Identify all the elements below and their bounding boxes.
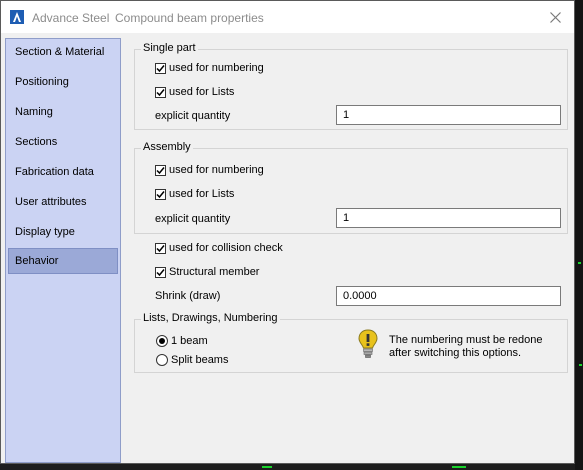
checkbox-label: used for Lists <box>169 86 235 98</box>
info-text-line: The numbering must be redone <box>389 334 543 346</box>
checkbox-box <box>155 188 166 200</box>
assembly-legend: Assembly <box>141 141 193 153</box>
single-part-quantity-label: explicit quantity <box>155 110 231 122</box>
radio-indicator <box>156 335 168 347</box>
checkbox-label: used for numbering <box>169 164 264 176</box>
assembly-lists-checkbox[interactable]: used for Lists <box>155 188 234 200</box>
single-part-lists-checkbox[interactable]: used for Lists <box>155 86 234 98</box>
cad-marker <box>262 466 272 468</box>
app-logo-icon <box>10 10 24 24</box>
sidebar-item-fabrication-data[interactable]: Fabrication data <box>8 159 118 185</box>
checkbox-label: used for collision check <box>169 242 283 254</box>
dialog-title: Compound beam properties <box>115 11 264 25</box>
info-text-line: after switching this options. <box>389 347 522 359</box>
lists-group-legend: Lists, Drawings, Numbering <box>141 312 280 324</box>
checkbox-check-icon <box>156 190 165 198</box>
checkbox-check-icon <box>156 88 165 96</box>
checkbox-check-icon <box>156 268 165 276</box>
single-part-numbering-checkbox[interactable]: used for numbering <box>155 62 264 74</box>
radio-label: Split beams <box>171 354 229 366</box>
sidebar-item-sections[interactable]: Sections <box>8 129 118 155</box>
shrink-label: Shrink (draw) <box>155 290 221 302</box>
single-part-legend: Single part <box>141 42 198 54</box>
checkbox-box <box>155 86 166 98</box>
close-icon <box>549 11 561 23</box>
shrink-input[interactable] <box>336 286 561 306</box>
assembly-quantity-label: explicit quantity <box>155 213 231 225</box>
checkbox-check-icon <box>156 64 165 72</box>
checkbox-label: Structural member <box>169 266 260 278</box>
numbering-info-text: The numbering must be redone after switc… <box>389 334 542 360</box>
compound-beam-dialog: Advance Steel Compound beam properties S… <box>0 0 575 464</box>
collision-check-checkbox[interactable]: used for collision check <box>155 242 283 254</box>
sidebar-item-naming[interactable]: Naming <box>8 99 118 125</box>
radio-indicator <box>156 354 168 366</box>
property-sidebar: Section & Material Positioning Naming Se… <box>5 38 121 463</box>
checkbox-box <box>155 62 166 74</box>
sidebar-item-behavior[interactable]: Behavior <box>8 248 118 274</box>
sidebar-item-user-attributes[interactable]: User attributes <box>8 189 118 215</box>
cad-background-strip <box>575 0 583 470</box>
sidebar-item-positioning[interactable]: Positioning <box>8 69 118 95</box>
checkbox-box <box>155 266 166 278</box>
structural-member-checkbox[interactable]: Structural member <box>155 266 259 278</box>
cad-marker <box>578 262 581 264</box>
assembly-numbering-checkbox[interactable]: used for numbering <box>155 164 264 176</box>
app-name: Advance Steel <box>32 11 110 25</box>
radio-label: 1 beam <box>171 335 208 347</box>
sidebar-item-display-type[interactable]: Display type <box>8 219 118 245</box>
cad-marker <box>452 466 466 468</box>
checkbox-label: used for numbering <box>169 62 264 74</box>
single-part-quantity-input[interactable] <box>336 105 561 125</box>
cad-marker <box>579 364 582 366</box>
sidebar-item-section-material[interactable]: Section & Material <box>8 39 118 65</box>
checkbox-check-icon <box>156 166 165 174</box>
close-button[interactable] <box>536 1 574 33</box>
title-bar: Advance Steel Compound beam properties <box>1 1 574 33</box>
checkbox-label: used for Lists <box>169 188 235 200</box>
checkbox-box <box>155 164 166 176</box>
assembly-quantity-input[interactable] <box>336 208 561 228</box>
info-bulb-icon <box>358 329 378 358</box>
checkbox-check-icon <box>156 244 165 252</box>
checkbox-box <box>155 242 166 254</box>
one-beam-radio[interactable]: 1 beam <box>156 335 208 347</box>
split-beams-radio[interactable]: Split beams <box>156 354 228 366</box>
